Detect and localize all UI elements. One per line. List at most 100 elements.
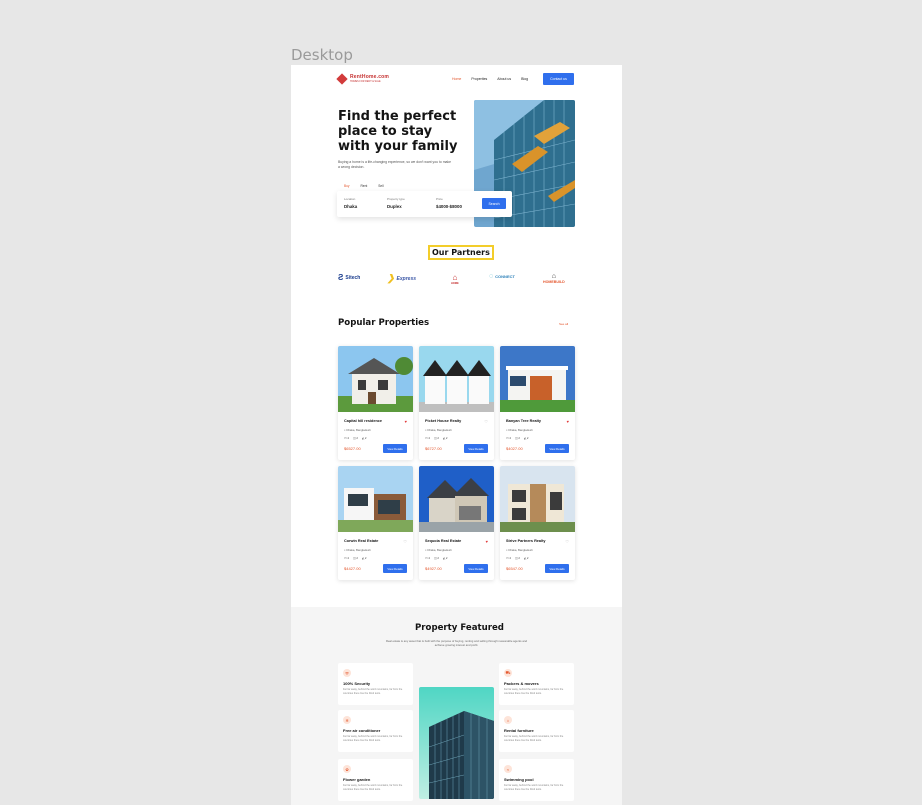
location-text: Dhaka, Bangladesh	[508, 428, 533, 432]
logo-subtext: HOMES FOR RENT & SALE	[350, 80, 381, 83]
feature-description: Far far away, behind the word mountains,…	[343, 688, 403, 695]
tab-rent[interactable]: Rent	[356, 182, 372, 190]
bath-value: 2	[437, 436, 439, 440]
location-field[interactable]: Location Dhaka	[344, 197, 357, 209]
property-title: Capital hill residence	[344, 419, 382, 423]
area-value: 2	[364, 436, 367, 440]
property-features: ▭ 4 ◫ 2 ◭ 2	[344, 556, 366, 560]
heart-icon[interactable]: ♥	[567, 419, 569, 424]
bath-value: 2	[356, 556, 358, 560]
location-value: Dhaka	[344, 204, 358, 209]
feature-card: ✿ Flower garden Far far away, behind the w…	[338, 759, 413, 801]
property-price: $6727.00	[425, 446, 442, 451]
tab-buy[interactable]: Buy	[340, 182, 354, 190]
partner-logo-home: ⌂ HOME	[451, 273, 459, 285]
property-image	[338, 346, 413, 412]
heart-icon[interactable]: ♡	[484, 419, 488, 424]
heart-icon[interactable]: ♥	[405, 419, 407, 424]
property-features: ▭ 4 ◫ 2 ◭ 2	[506, 436, 528, 440]
view-details-button[interactable]: View Details	[464, 564, 488, 573]
snowflake-icon: ❄	[343, 716, 351, 724]
featured-description: Real estate is any asset that is built w…	[385, 639, 528, 648]
feature-card: ⛨ 100% Security Far far away, behind the w…	[338, 663, 413, 705]
property-card[interactable]: Picket House Realty ♡ ⌖ Dhaka, Bangladesh ▭…	[419, 346, 494, 460]
view-details-button[interactable]: View Details	[545, 564, 569, 573]
price-label: Price	[436, 197, 443, 201]
hero-subtitle: Buying a home is a life-changing experie…	[338, 160, 451, 169]
partner-logo-homebuild: ⌂ HOMEBUILD	[543, 273, 565, 284]
property-location: ⌖ Dhaka, Bangladesh	[506, 428, 533, 432]
search-box: Location Dhaka Property type Duplex Pric…	[337, 191, 512, 217]
property-title: Corwin Real Estate	[344, 539, 379, 543]
area-count: ◭ 2	[443, 436, 448, 440]
property-card[interactable]: Sequoia Real Estate ♥ ⌖ Dhaka, Bangladesh ▭…	[419, 466, 494, 580]
connect-ring-icon: ◌	[489, 273, 494, 280]
desktop-artboard: RentHome.com HOMES FOR RENT & SALE Home …	[291, 65, 622, 805]
property-card[interactable]: Banyan Tree Realty ♥ ⌖ Dhaka, Bangladesh ▭ …	[500, 346, 575, 460]
partner-logo-express: ❯ Express	[387, 273, 416, 284]
bed-value: 4	[428, 436, 430, 440]
nav-link-home[interactable]: Home	[452, 77, 461, 81]
area-count: ◭ 2	[443, 556, 448, 560]
heart-icon[interactable]: ♡	[565, 539, 569, 544]
property-title: Strive Partners Realty	[506, 539, 546, 543]
bath-count: ◫ 2	[353, 556, 358, 560]
feature-description: Far far away, behind the word mountains,…	[343, 784, 403, 791]
view-details-button[interactable]: View Details	[383, 444, 407, 453]
truck-icon: ⛟	[504, 669, 512, 677]
bed-value: 4	[428, 556, 430, 560]
property-card[interactable]: Strive Partners Realty ♡ ⌖ Dhaka, Banglade…	[500, 466, 575, 580]
feature-card: ⛟ Packers & movers Far far away, behind th…	[499, 663, 574, 705]
area-value: 2	[364, 556, 367, 560]
bed-value: 4	[509, 436, 511, 440]
partner-logo-sitech: Ƨ Sitech	[338, 273, 360, 282]
nav-link-blog[interactable]: Blog	[521, 77, 528, 81]
featured-building-image	[419, 687, 494, 799]
property-type-label: Property type	[387, 197, 405, 201]
property-location: ⌖ Dhaka, Bangladesh	[425, 428, 452, 432]
property-card[interactable]: Corwin Real Estate ♡ ⌖ Dhaka, Bangladesh ▭ …	[338, 466, 413, 580]
heart-icon[interactable]: ♡	[403, 539, 407, 544]
search-button[interactable]: Search	[482, 198, 506, 209]
tab-sell[interactable]: Sell	[374, 182, 388, 190]
area-value: 2	[445, 556, 448, 560]
contact-button[interactable]: Contact us	[543, 73, 574, 85]
view-details-button[interactable]: View Details	[383, 564, 407, 573]
price-field[interactable]: Price $4000-$8000	[436, 197, 462, 209]
property-location: ⌖ Dhaka, Bangladesh	[344, 548, 371, 552]
property-card[interactable]: Capital hill residence ♥ ⌖ Dhaka, Banglade…	[338, 346, 413, 460]
property-type-field[interactable]: Property type Duplex	[387, 197, 405, 209]
partners-title: Our Partners	[428, 245, 494, 260]
nav-link-properties[interactable]: Properties	[471, 77, 487, 81]
property-features: ▭ 4 ◫ 2 ◭ 2	[506, 556, 528, 560]
property-features: ▭ 4 ◫ 2 ◭ 2	[344, 436, 366, 440]
view-details-button[interactable]: View Details	[464, 444, 488, 453]
property-type-value: Duplex	[387, 204, 402, 209]
view-details-button[interactable]: View Details	[545, 444, 569, 453]
feature-description: Far far away, behind the word mountains,…	[343, 735, 403, 742]
property-features: ▭ 4 ◫ 2 ◭ 2	[425, 556, 447, 560]
feature-card: ❄ Free air conditioner Far far away, behin…	[338, 710, 413, 752]
flower-icon: ✿	[343, 765, 351, 773]
location-text: Dhaka, Bangladesh	[346, 548, 371, 552]
featured-title: Property Featured	[415, 623, 504, 633]
pool-icon: ≈	[504, 765, 512, 773]
top-nav: RentHome.com HOMES FOR RENT & SALE Home …	[336, 72, 574, 87]
heart-icon[interactable]: ♥	[486, 539, 488, 544]
partner-name: Express	[396, 275, 417, 282]
feature-title: Rental furniture	[504, 728, 534, 733]
area-count: ◭ 2	[362, 436, 367, 440]
logo[interactable]: RentHome.com HOMES FOR RENT & SALE	[336, 72, 389, 85]
hero-title: Find the perfect place to stay with your…	[338, 109, 458, 154]
sitech-icon: Ƨ	[338, 273, 344, 282]
partner-name: Sitech	[345, 274, 361, 281]
bed-count: ▭ 4	[506, 556, 511, 560]
property-title: Banyan Tree Realty	[506, 419, 542, 423]
location-text: Dhaka, Bangladesh	[508, 548, 533, 552]
feature-title: Swimming pool	[504, 777, 534, 782]
see-all-link[interactable]: See all	[559, 322, 568, 326]
bath-value: 2	[356, 436, 358, 440]
feature-card: ≈ Swimming pool Far far away, behind the w…	[499, 759, 574, 801]
bed-value: 4	[347, 556, 349, 560]
nav-link-about[interactable]: About us	[497, 77, 511, 81]
